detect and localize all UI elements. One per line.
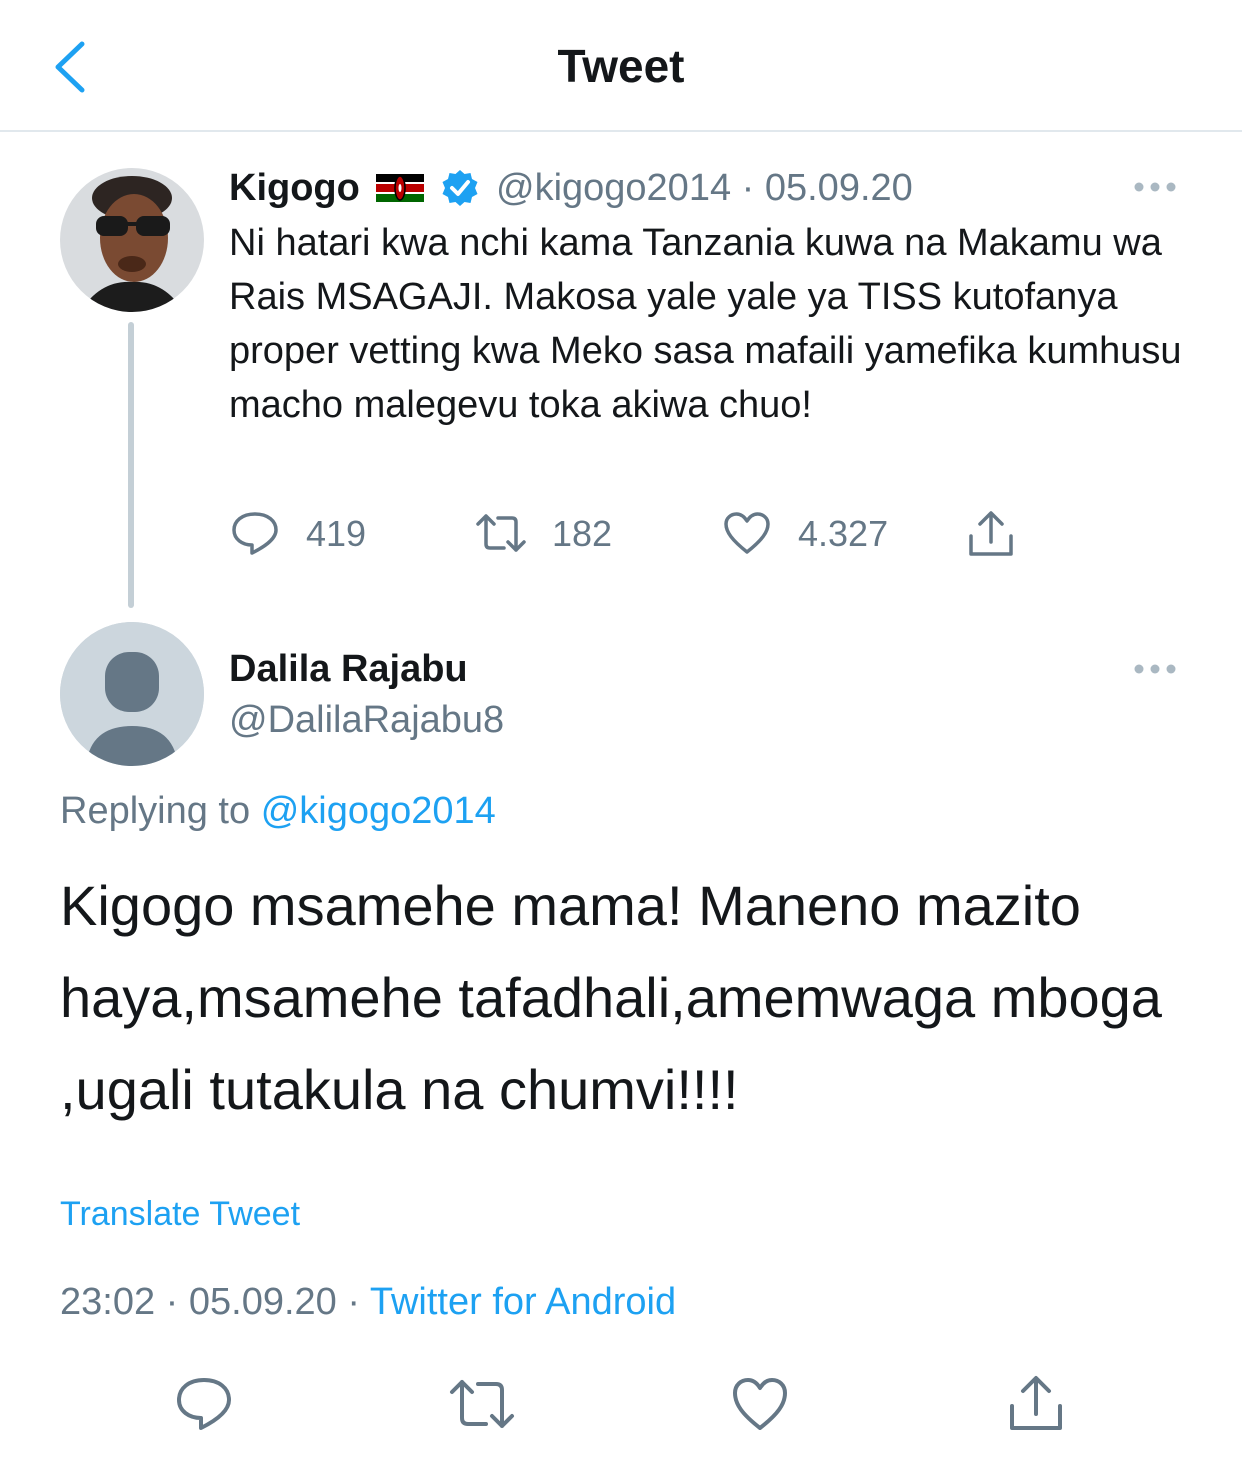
retweet-button[interactable]: 182 [474,504,634,560]
kigogo-avatar[interactable] [60,168,204,312]
verified-badge-icon [440,168,480,208]
parent-tweet-text: Ni hatari kwa nchi kama Tanzania kuwa na… [229,222,1182,426]
more-icon [1134,664,1176,674]
author-handle[interactable]: @DalilaRajabu8 [229,697,504,743]
author-name[interactable]: Kigogo [229,165,360,211]
retweet-icon [476,514,526,552]
tweet-source-link[interactable]: Twitter for Android [370,1281,676,1323]
replying-label: Replying to [60,790,251,832]
replying-to: Replying to @kigogo2014 [60,788,496,834]
tweet-meta: 23:02 · 05.09.20 · Twitter for Android [60,1278,676,1326]
thread-connector-line [128,322,134,608]
more-options-button[interactable] [1132,652,1178,686]
more-icon [1134,182,1176,192]
kenya-flag-icon [376,174,424,202]
author-handle-date[interactable]: @kigogo2014 · 05.09.20 [496,165,913,211]
reply-icon [177,1378,231,1430]
like-count: 4.327 [798,513,889,554]
share-button[interactable] [1006,1374,1066,1434]
translate-tweet-link[interactable]: Translate Tweet [60,1192,300,1236]
heart-icon [724,512,770,554]
avatar-image [60,168,204,312]
share-button[interactable] [966,504,1022,560]
retweet-count: 182 [552,513,613,554]
like-button[interactable]: 4.327 [722,504,922,560]
tweet-text: Kigogo msamehe mama! Maneno mazito haya,… [60,874,1162,1121]
replying-to-link[interactable]: @kigogo2014 [261,790,496,832]
reply-button[interactable] [174,1374,234,1434]
retweet-button[interactable] [448,1374,514,1434]
share-icon [969,511,1013,556]
reply-icon [232,512,278,555]
reply-button[interactable]: 419 [230,504,390,560]
default-avatar-image [60,622,204,766]
page-title: Tweet [557,40,685,92]
author-name[interactable]: Dalila Rajabu [229,646,468,692]
tweet-timestamp: 23:02 · 05.09.20 · [60,1281,370,1323]
dalila-avatar[interactable] [60,622,204,766]
reply-count: 419 [306,513,367,554]
share-icon [1010,1376,1062,1430]
retweet-icon [450,1380,514,1428]
more-options-button[interactable] [1132,170,1178,204]
like-button[interactable] [730,1374,790,1434]
heart-icon [733,1378,787,1430]
